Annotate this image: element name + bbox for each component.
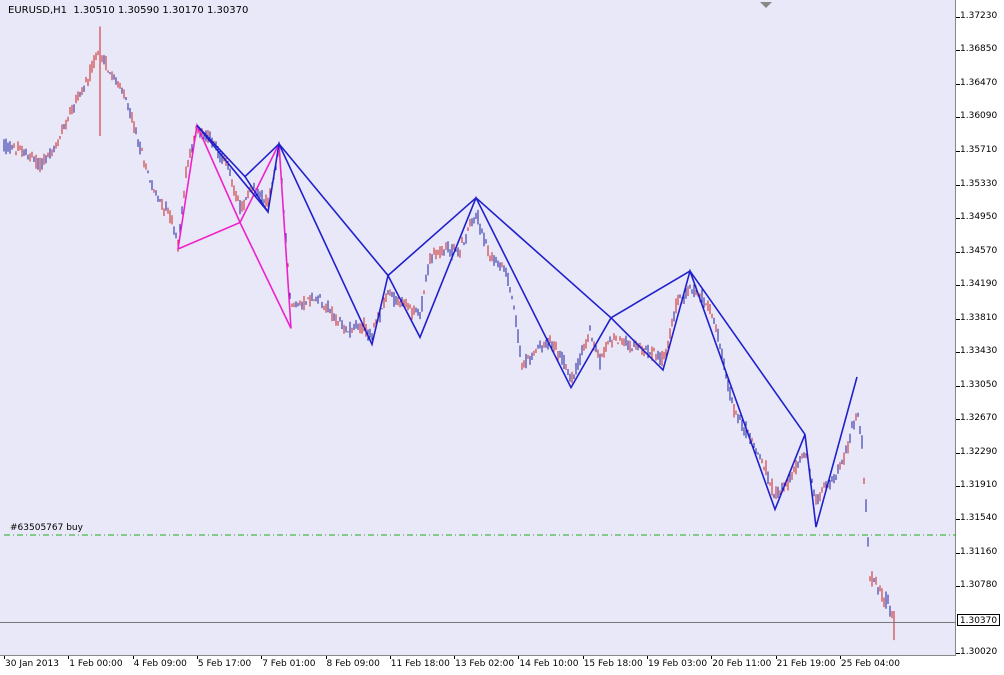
time-tick-label: 8 Feb 09:00: [326, 659, 380, 669]
magenta-pattern-line[interactable]: [177, 122, 292, 329]
price-axis[interactable]: 1.37230 1.36850 1.36470 1.36090 1.35710 1.353…: [956, 0, 1004, 657]
time-tick-label: 15 Feb 18:00: [583, 659, 643, 669]
blue-pattern-line[interactable]: [610, 270, 691, 319]
time-tick-label: 13 Feb 02:00: [455, 659, 515, 669]
symbol-info-label: EURUSD,H1 1.30510 1.30590 1.30170 1.3037…: [8, 5, 249, 16]
price-tick-label: 1.33430: [960, 346, 998, 357]
price-tick-label: 1.32670: [960, 413, 998, 424]
time-tick-label: 25 Feb 04:00: [840, 659, 900, 669]
price-tick-label: 1.30780: [960, 580, 998, 591]
time-tick-label: 5 Feb 17:00: [197, 659, 252, 669]
price-tick-label: 1.33810: [960, 312, 998, 323]
price-tick-label: 1.32290: [960, 446, 998, 457]
time-tick-label: 14 Feb 10:00: [519, 659, 579, 669]
price-tick-label: 1.35710: [960, 144, 998, 155]
chart-window[interactable]: EURUSD,H1 1.30510 1.30590 1.30170 1.3037…: [0, 0, 1004, 675]
time-tick-label: 7 Feb 01:00: [262, 659, 316, 669]
price-tick-label: 1.35330: [960, 178, 998, 189]
time-tick-label: 19 Feb 03:00: [648, 659, 708, 669]
price-tick-label: 1.34190: [960, 279, 998, 290]
time-tick-label: 4 Feb 09:00: [133, 659, 187, 669]
price-chart-area[interactable]: EURUSD,H1 1.30510 1.30590 1.30170 1.3037…: [0, 0, 956, 656]
price-tick-label: 1.31160: [960, 546, 998, 557]
price-tick-label: 1.34950: [960, 212, 998, 223]
time-tick-label: 20 Feb 11:00: [712, 659, 772, 669]
chart-shift-marker-icon[interactable]: [760, 2, 772, 8]
price-tick-label: 1.34570: [960, 245, 998, 256]
blue-pattern-line[interactable]: [689, 270, 806, 435]
price-tick-label: 1.31540: [960, 513, 998, 524]
time-tick-label: 1 Feb 00:00: [69, 659, 123, 669]
price-tick-label: 1.36850: [960, 44, 998, 55]
price-tick-label: 1.36090: [960, 111, 998, 122]
price-tick-label: 1.31910: [960, 480, 998, 491]
price-tick-label: 1.36470: [960, 77, 998, 88]
order-line-label: #63505767 buy: [10, 523, 83, 533]
current-price-label: 1.30370: [957, 614, 1000, 626]
price-tick-label: 1.37230: [960, 10, 998, 21]
blue-pattern-line[interactable]: [387, 197, 477, 277]
blue-pattern-line[interactable]: [196, 124, 269, 213]
time-tick-label: 11 Feb 18:00: [390, 659, 450, 669]
blue-pattern-line[interactable]: [196, 124, 858, 528]
time-tick-label: 30 Jan 2013: [5, 659, 59, 669]
time-tick-label: 21 Feb 19:00: [776, 659, 836, 669]
price-chart-svg[interactable]: [0, 0, 956, 656]
candlestick-series: [3, 26, 895, 641]
time-axis[interactable]: 30 Jan 2013 1 Feb 00:00 4 Feb 09:00 5 Feb 1…: [0, 656, 1004, 675]
blue-pattern-line[interactable]: [278, 143, 389, 277]
price-tick-label: 1.33050: [960, 379, 998, 390]
